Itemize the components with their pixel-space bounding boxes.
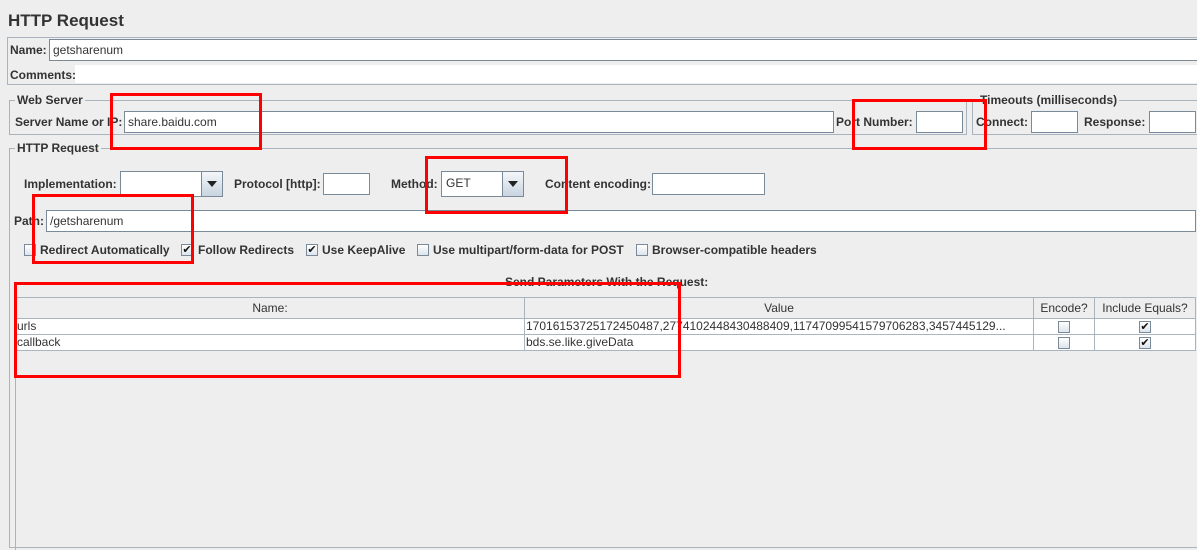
highlight-box-server bbox=[110, 93, 262, 150]
browser-compatible-checkbox[interactable] bbox=[636, 244, 648, 256]
highlight-box-params bbox=[14, 282, 681, 378]
name-label: Name: bbox=[10, 43, 47, 57]
col-encode[interactable]: Encode? bbox=[1033, 297, 1095, 319]
timeouts-title: Timeouts (milliseconds) bbox=[978, 93, 1120, 107]
name-input[interactable]: getsharenum bbox=[49, 39, 1197, 61]
highlight-box-method bbox=[425, 156, 568, 214]
page-title: HTTP Request bbox=[8, 11, 124, 30]
multipart-checkbox[interactable] bbox=[417, 244, 429, 256]
name-comments-panel: Name: getsharenum Comments: bbox=[7, 37, 1197, 85]
response-label: Response: bbox=[1084, 115, 1146, 129]
table-empty-area bbox=[15, 350, 1196, 550]
highlight-box-port bbox=[852, 99, 987, 150]
protocol-label: Protocol [http]: bbox=[234, 177, 321, 191]
keepalive-checkbox[interactable]: ✔ bbox=[306, 244, 318, 256]
server-label: Server Name or IP: bbox=[15, 115, 123, 129]
include-equals-cell[interactable]: ✔ bbox=[1094, 318, 1196, 335]
comments-label: Comments: bbox=[10, 68, 77, 82]
encode-checkbox[interactable] bbox=[1058, 337, 1070, 349]
keepalive-label: Use KeepAlive bbox=[322, 243, 406, 257]
encode-cell[interactable] bbox=[1033, 334, 1095, 351]
implementation-label: Implementation: bbox=[24, 177, 117, 191]
include-equals-cell[interactable]: ✔ bbox=[1094, 334, 1196, 351]
protocol-input[interactable] bbox=[323, 173, 370, 195]
col-include-equals[interactable]: Include Equals? bbox=[1094, 297, 1196, 319]
connect-input[interactable] bbox=[1031, 111, 1078, 133]
multipart-label: Use multipart/form-data for POST bbox=[433, 243, 624, 257]
response-input[interactable] bbox=[1149, 111, 1196, 133]
follow-redirects-label: Follow Redirects bbox=[198, 243, 295, 257]
http-request-title: HTTP Request bbox=[15, 141, 101, 155]
include-equals-checkbox[interactable]: ✔ bbox=[1139, 321, 1151, 333]
chevron-down-icon[interactable] bbox=[201, 172, 222, 196]
include-equals-checkbox[interactable]: ✔ bbox=[1139, 337, 1151, 349]
encoding-input[interactable] bbox=[652, 173, 765, 195]
encode-cell[interactable] bbox=[1033, 318, 1095, 335]
highlight-box-path bbox=[32, 194, 194, 264]
web-server-title: Web Server bbox=[15, 93, 85, 107]
comments-input[interactable] bbox=[75, 65, 1197, 83]
browser-compatible-label: Browser-compatible headers bbox=[652, 243, 817, 257]
encode-checkbox[interactable] bbox=[1058, 321, 1070, 333]
path-input[interactable]: /getsharenum bbox=[46, 210, 1196, 232]
